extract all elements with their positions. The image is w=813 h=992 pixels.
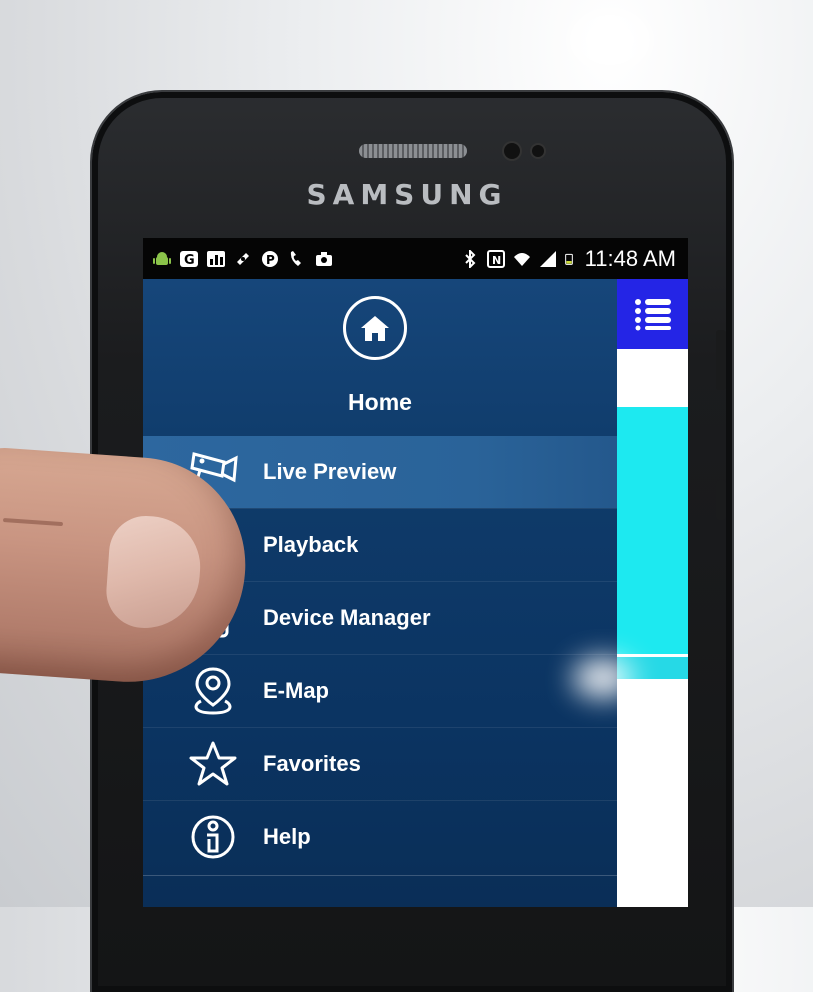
wifi-icon bbox=[513, 252, 530, 266]
svg-text:G: G bbox=[184, 253, 195, 268]
call-icon bbox=[290, 250, 301, 266]
svg-text:N: N bbox=[492, 254, 501, 267]
front-camera bbox=[504, 143, 520, 159]
screen-glare bbox=[573, 658, 633, 698]
home-button[interactable] bbox=[343, 296, 407, 360]
home-icon bbox=[361, 316, 389, 341]
menu-item-label: Help bbox=[263, 824, 311, 849]
info-icon bbox=[185, 811, 241, 863]
android-icon bbox=[153, 251, 171, 265]
p-icon: P bbox=[262, 250, 278, 267]
menu-item-label: Device Manager bbox=[263, 605, 431, 630]
g-icon: G bbox=[180, 250, 198, 268]
menu-item-label: Live Preview bbox=[263, 459, 397, 484]
star-icon bbox=[185, 738, 241, 790]
bluetooth-icon bbox=[464, 249, 476, 268]
light-glare bbox=[570, 10, 650, 70]
side-key bbox=[716, 480, 726, 520]
content-tile[interactable] bbox=[617, 407, 688, 654]
menu-item-help[interactable]: Help bbox=[143, 801, 617, 873]
menu-item-favorites[interactable]: Favorites bbox=[143, 728, 617, 800]
home-label: Home bbox=[348, 389, 412, 415]
status-bar: G P N 11:48 AM bbox=[143, 238, 688, 279]
menu-item-label: E-Map bbox=[263, 678, 329, 703]
main-content-peek[interactable] bbox=[617, 279, 688, 907]
fingernail bbox=[103, 513, 204, 632]
status-time: 11:48 AM bbox=[584, 245, 676, 271]
map-pin-icon bbox=[185, 665, 241, 717]
menu-item-label: Favorites bbox=[263, 751, 361, 776]
drawer-bottom-divider bbox=[143, 875, 617, 876]
earpiece-speaker bbox=[359, 144, 467, 158]
list-menu-icon bbox=[634, 299, 671, 331]
proximity-sensor bbox=[532, 145, 544, 157]
knuckle-crease bbox=[2, 517, 64, 527]
menu-item-e-map[interactable]: E-Map bbox=[143, 655, 617, 727]
list-menu-button[interactable] bbox=[617, 279, 688, 349]
signal-icon bbox=[539, 250, 556, 267]
camera-status-icon bbox=[316, 251, 332, 266]
nfc-icon: N bbox=[486, 249, 505, 268]
svg-text:P: P bbox=[266, 253, 275, 267]
battery-icon bbox=[564, 253, 573, 265]
menu-item-label: Playback bbox=[263, 532, 359, 557]
phone-brand: SAMSUNG bbox=[306, 178, 508, 211]
chart-icon bbox=[207, 250, 225, 267]
link-icon bbox=[237, 252, 249, 265]
volume-key bbox=[716, 330, 726, 390]
